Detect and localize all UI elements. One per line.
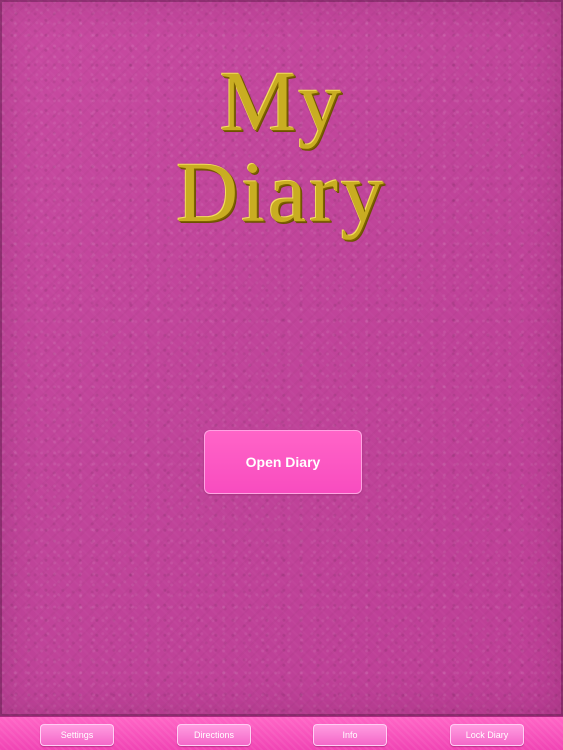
diary-cover-screen: My Diary Open Diary Settings Directions … xyxy=(0,0,563,750)
directions-button[interactable]: Directions xyxy=(177,724,251,746)
diary-title-diary: Diary xyxy=(176,144,387,240)
bottom-toolbar: Settings Directions Info Lock Diary xyxy=(0,716,563,750)
diary-cover: My Diary Open Diary xyxy=(0,0,563,716)
lock-diary-button[interactable]: Lock Diary xyxy=(450,724,524,746)
settings-button[interactable]: Settings xyxy=(40,724,114,746)
diary-title-my: My xyxy=(219,53,344,149)
info-button[interactable]: Info xyxy=(313,724,387,746)
open-diary-button[interactable]: Open Diary xyxy=(204,430,362,494)
